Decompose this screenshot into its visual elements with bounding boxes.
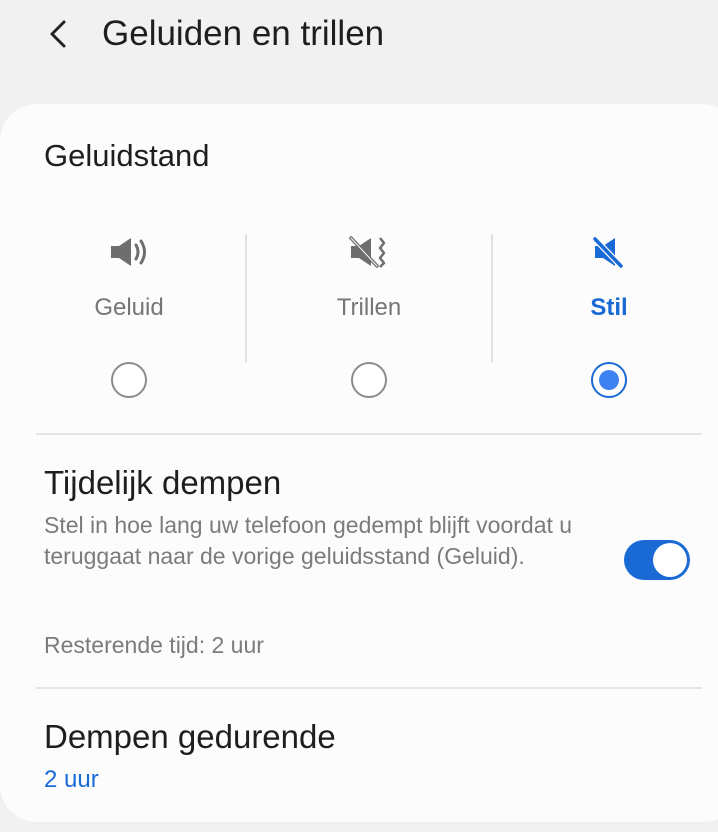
top-bar: Geluiden en trillen <box>0 0 718 70</box>
vibrate-icon <box>349 236 386 268</box>
chevron-left-icon <box>50 20 66 48</box>
radio-stil[interactable] <box>591 362 627 398</box>
volume-icon <box>111 238 146 266</box>
page-title: Geluiden en trillen <box>102 14 385 53</box>
sound-mode-label-trillen: Trillen <box>336 294 402 321</box>
sound-mode-title: Geluidstand <box>44 138 210 173</box>
toggle-thumb <box>653 543 687 577</box>
temp-mute-title[interactable]: Tijdelijk dempen <box>44 464 281 502</box>
sound-mode-label-stil: Stil <box>590 294 628 321</box>
settings-card <box>0 104 718 822</box>
remaining-time: Resterende tijd: 2 uur <box>44 632 264 658</box>
radio-trillen[interactable] <box>351 362 387 398</box>
mute-duration-value: 2 uur <box>44 766 99 793</box>
mute-icon <box>592 236 624 269</box>
mute-duration-title[interactable]: Dempen gedurende <box>44 718 336 756</box>
divider <box>36 433 702 435</box>
sound-mode-label-geluid: Geluid <box>94 294 164 321</box>
sound-mode-option-stil[interactable]: Stil <box>486 218 718 408</box>
sound-mode-option-trillen[interactable]: Trillen <box>246 218 492 408</box>
back-button[interactable] <box>38 12 78 56</box>
divider <box>36 687 702 689</box>
temp-mute-description: Stel in hoe lang uw telefoon gedempt bli… <box>44 512 573 569</box>
temp-mute-toggle[interactable] <box>624 540 690 580</box>
sound-mode-option-geluid[interactable]: Geluid <box>6 218 252 408</box>
radio-geluid[interactable] <box>111 362 147 398</box>
